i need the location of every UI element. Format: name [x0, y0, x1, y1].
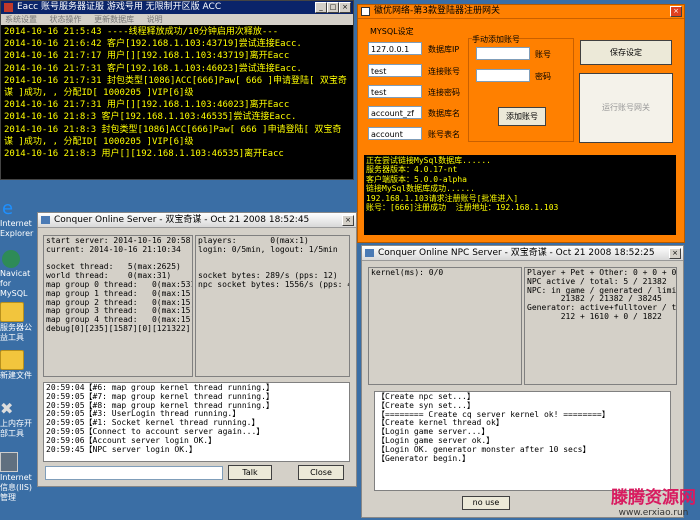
no-use-button[interactable]: no use: [462, 496, 510, 510]
eacc-title-bar[interactable]: Eacc 账号服务器证服 游戏号用 无限制开区版 ACC _ □ ×: [1, 1, 353, 14]
desktop-icon-label: Internet 信息(IIS)管理: [0, 473, 33, 502]
desktop-icon-label: 服务器公益工具: [0, 323, 32, 342]
desktop-icon-iis[interactable]: Internet 信息(IIS)管理: [0, 452, 36, 503]
talk-input[interactable]: [45, 466, 223, 480]
mysql-group-label: MYSQL设定: [370, 27, 414, 36]
app-icon: [361, 7, 370, 16]
manual-add-group-label: 手动添加账号: [472, 34, 520, 45]
npc-kernel-info: kernel(ms): 0/0: [368, 267, 522, 385]
menu-item-update-db[interactable]: 更新数据库: [94, 15, 134, 24]
desktop-icon-label: 新建文件: [0, 371, 32, 380]
db-password-input[interactable]: test: [368, 85, 422, 98]
account-table-label: 账号表名: [428, 130, 460, 139]
conquer-server-window: Conquer Online Server - 双宝奇谋 - Oct 21 20…: [37, 212, 357, 487]
maximize-icon[interactable]: □: [327, 2, 339, 13]
watermark-title: 滕腾资源网: [611, 488, 696, 508]
close-icon[interactable]: ×: [339, 2, 351, 13]
add-account-button[interactable]: 添加账号: [498, 107, 546, 126]
manual-password-label: 密码: [535, 72, 551, 81]
npc-stats-info: Player + Pet + Other: 0 + 0 + 0 NPC acti…: [524, 267, 677, 385]
db-password-label: 连接密码: [428, 88, 460, 97]
close-icon[interactable]: ×: [669, 248, 681, 259]
desktop-icon-ie[interactable]: e Internet Explorer: [0, 200, 36, 239]
eacc-menu-bar: 系统设置 状态操作 更新数据库 说明: [1, 14, 353, 25]
desktop-icon-label: 上内存开部工具: [0, 419, 32, 438]
db-name-label: 数据库名: [428, 109, 460, 118]
desktop-icon-label: Navicat for MySQL: [0, 269, 31, 298]
close-icon[interactable]: ×: [670, 6, 682, 17]
tools-icon: ✖: [0, 399, 14, 418]
close-icon[interactable]: ×: [342, 215, 354, 226]
run-gateway-button[interactable]: 运行账号网关: [579, 73, 673, 143]
folder-icon: [0, 302, 24, 322]
gateway-title-bar[interactable]: 徽优网络-第3款登陆器注册网关 ×: [358, 5, 684, 19]
npc-server-window: Conquer Online NPC Server - 双宝奇谋 - Oct 2…: [361, 245, 684, 518]
app-icon: [365, 249, 374, 257]
desktop-icon-label: Internet Explorer: [0, 219, 34, 238]
watermark-url: www.erxiao.run: [618, 508, 689, 518]
site-watermark: 滕腾资源网 www.erxiao.run: [611, 483, 696, 518]
window-title: Conquer Online NPC Server - 双宝奇谋 - Oct 2…: [378, 248, 655, 258]
gateway-console: 正在尝试链接MySql数据库...... 服务器版本：4.0.17-nt 客户端…: [364, 155, 676, 235]
eacc-log: 2014-10-16 21:5:43 ----线程释放成功/10分钟启用次释放-…: [4, 27, 347, 160]
minimize-icon[interactable]: _: [315, 2, 327, 13]
app-icon: [4, 3, 13, 12]
internet-explorer-icon: e: [2, 198, 14, 219]
eacc-window: Eacc 账号服务器证服 游戏号用 无限制开区版 ACC _ □ × 系统设置 …: [0, 0, 354, 180]
folder-icon: [0, 350, 24, 370]
app-icon: [41, 216, 50, 224]
desktop-icon-newfile[interactable]: 新建文件: [0, 350, 36, 381]
npc-title-bar[interactable]: Conquer Online NPC Server - 双宝奇谋 - Oct 2…: [362, 246, 683, 261]
window-title: 徽优网络-第3款登陆器注册网关: [374, 6, 500, 16]
window-title: Conquer Online Server - 双宝奇谋 - Oct 21 20…: [54, 215, 310, 225]
db-name-input[interactable]: account_zf: [368, 106, 422, 119]
save-settings-button[interactable]: 保存设定: [580, 40, 672, 65]
npc-log: 【Create npc set...】 【Create syn set...】 …: [374, 391, 671, 491]
db-ip-input[interactable]: 127.0.0.1: [368, 42, 422, 55]
server-title-bar[interactable]: Conquer Online Server - 双宝奇谋 - Oct 21 20…: [38, 213, 356, 228]
desktop-icon-tools[interactable]: 服务器公益工具: [0, 302, 36, 343]
server-socket-info: players: 0(max:1) login: 0/5min, logout:…: [195, 235, 350, 377]
gateway-window: 徽优网络-第3款登陆器注册网关 × MYSQL设定 127.0.0.1 数据库I…: [357, 4, 685, 243]
desktop-icon-memory[interactable]: ✖ 上内存开部工具: [0, 400, 36, 439]
talk-button[interactable]: Talk: [228, 465, 272, 480]
manual-account-label: 账号: [535, 50, 551, 59]
desktop-icon-navicat[interactable]: Navicat for MySQL: [0, 250, 36, 299]
account-table-input[interactable]: account: [368, 127, 422, 140]
menu-item-status[interactable]: 状态操作: [50, 15, 82, 24]
navicat-icon: [2, 250, 20, 268]
window-title: Eacc 账号服务器证服 游戏号用 无限制开区版 ACC: [17, 2, 222, 12]
menu-item-help[interactable]: 说明: [147, 15, 163, 24]
db-account-label: 连接账号: [428, 67, 460, 76]
server-thread-info: start server: 2014-10-16 20:58:28 curren…: [43, 235, 193, 377]
menu-item-settings[interactable]: 系统设置: [5, 15, 37, 24]
server-log: 20:59:04【#6: map group kernel thread run…: [43, 382, 350, 462]
close-button[interactable]: Close: [298, 465, 344, 480]
db-account-input[interactable]: test: [368, 64, 422, 77]
manual-password-input[interactable]: [476, 69, 530, 82]
manual-account-input[interactable]: [476, 47, 530, 60]
db-ip-label: 数据库IP: [428, 45, 460, 54]
iis-icon: [0, 452, 18, 472]
